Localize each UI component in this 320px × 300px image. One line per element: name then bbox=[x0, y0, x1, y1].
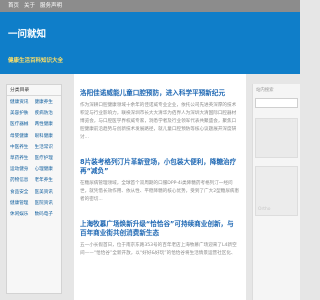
article-excerpt: 在糖尿病管理领域，全球首个双周期的口服DPP-4i类降糖药考格列汀一经问世，就凭… bbox=[80, 181, 240, 202]
category-link[interactable]: 中医养生 bbox=[10, 142, 35, 153]
category-link[interactable]: 运动健身 bbox=[10, 164, 35, 175]
thumbnail-caption: Ortho bbox=[258, 207, 271, 212]
category-link[interactable]: 健康管理 bbox=[10, 198, 35, 209]
nav-link-disclaimer[interactable]: 服务声明 bbox=[40, 0, 62, 12]
sidebar-thumbnail[interactable]: Ortho bbox=[255, 166, 298, 216]
category-link[interactable]: 眼科健康 bbox=[35, 131, 60, 142]
category-link[interactable]: 心理健康 bbox=[35, 164, 60, 175]
category-link[interactable]: 数码电子 bbox=[35, 209, 60, 220]
category-link[interactable]: 医疗器械 bbox=[10, 119, 35, 130]
category-link[interactable]: 食品安全 bbox=[10, 187, 35, 198]
article-title[interactable]: 上海牧慕广场焕新升级“恰恰谷”可持续商业创新，与百年商业街共创消费新生态 bbox=[80, 220, 240, 238]
site-header: 一问就知 健康生活百科知识大全 bbox=[0, 12, 300, 74]
category-link[interactable]: 医疗护理 bbox=[35, 153, 60, 164]
article-excerpt: 五一小长假首日，位于南京东路353号的百年老店上海牧慕广场迎来了L4新空间——“… bbox=[80, 243, 237, 256]
article-item: 洛阳佳诺威能儿童口腔预防，进入科学平预新纪元 作为深耕口腔健康领域十余年的佳诺威… bbox=[74, 74, 246, 142]
right-sidebar: 站内搜索 Ortho bbox=[252, 84, 300, 300]
category-list: 健康资讯 健康养生 美容护肤 疾病防治 医疗器械 两性健康 母婴健康 眼科健康 … bbox=[7, 96, 61, 220]
category-link[interactable]: 医院资讯 bbox=[35, 198, 60, 209]
article-title[interactable]: 洛阳佳诺威能儿童口腔预防，进入科学平预新纪元 bbox=[80, 89, 240, 98]
site-logo[interactable]: 一问就知 bbox=[8, 26, 46, 40]
category-link[interactable]: 健康养生 bbox=[35, 97, 60, 108]
sidebar-title: 分类目录 bbox=[7, 85, 61, 96]
main-area: 分类目录 健康资讯 健康养生 美容护肤 疾病防治 医疗器械 两性健康 母婴健康 … bbox=[0, 74, 300, 300]
site-slogan: 健康生活百科知识大全 bbox=[8, 58, 64, 64]
category-link[interactable]: 母婴健康 bbox=[10, 131, 35, 142]
article-item: 8片装考格列汀片革新登场，小包装大便利，降糖治疗再“减负” 在糖尿病管理领域，全… bbox=[74, 142, 246, 204]
category-link[interactable]: 药物信息 bbox=[10, 175, 35, 186]
category-link[interactable]: 老年养生 bbox=[35, 175, 60, 186]
category-link[interactable]: 医美资讯 bbox=[35, 187, 60, 198]
category-link[interactable]: 美容护肤 bbox=[10, 108, 35, 119]
article-excerpt: 作为深耕口腔健康领域十余年的佳诺威专业企业，依托公司先进英深厚的技术积淀与行业影… bbox=[80, 103, 237, 140]
article-list: 洛阳佳诺威能儿童口腔预防，进入科学平预新纪元 作为深耕口腔健康领域十余年的佳诺威… bbox=[74, 74, 246, 300]
search-input[interactable] bbox=[255, 98, 298, 108]
article-title[interactable]: 8片装考格列汀片革新登场，小包装大便利，降糖治疗再“减负” bbox=[80, 158, 240, 176]
article-item: 上海牧慕广场焕新升级“恰恰谷”可持续商业创新，与百年商业街共创消费新生态 五一小… bbox=[74, 204, 246, 258]
category-link[interactable]: 生活常识 bbox=[35, 142, 60, 153]
category-link[interactable]: 健康资讯 bbox=[10, 97, 35, 108]
nav-link-home[interactable]: 首页 bbox=[8, 0, 19, 12]
category-link[interactable]: 草药养生 bbox=[10, 153, 35, 164]
nav-link-about[interactable]: 关于 bbox=[24, 0, 35, 12]
sidebar-widget bbox=[255, 118, 298, 158]
category-link[interactable]: 疾病防治 bbox=[35, 108, 60, 119]
search-label: 站内搜索 bbox=[256, 88, 274, 93]
top-nav-bar: 首页 关于 服务声明 bbox=[0, 0, 300, 12]
category-sidebar: 分类目录 健康资讯 健康养生 美容护肤 疾病防治 医疗器械 两性健康 母婴健康 … bbox=[6, 84, 62, 294]
category-link[interactable]: 两性健康 bbox=[35, 119, 60, 130]
category-link[interactable]: 休闲娱乐 bbox=[10, 209, 35, 220]
